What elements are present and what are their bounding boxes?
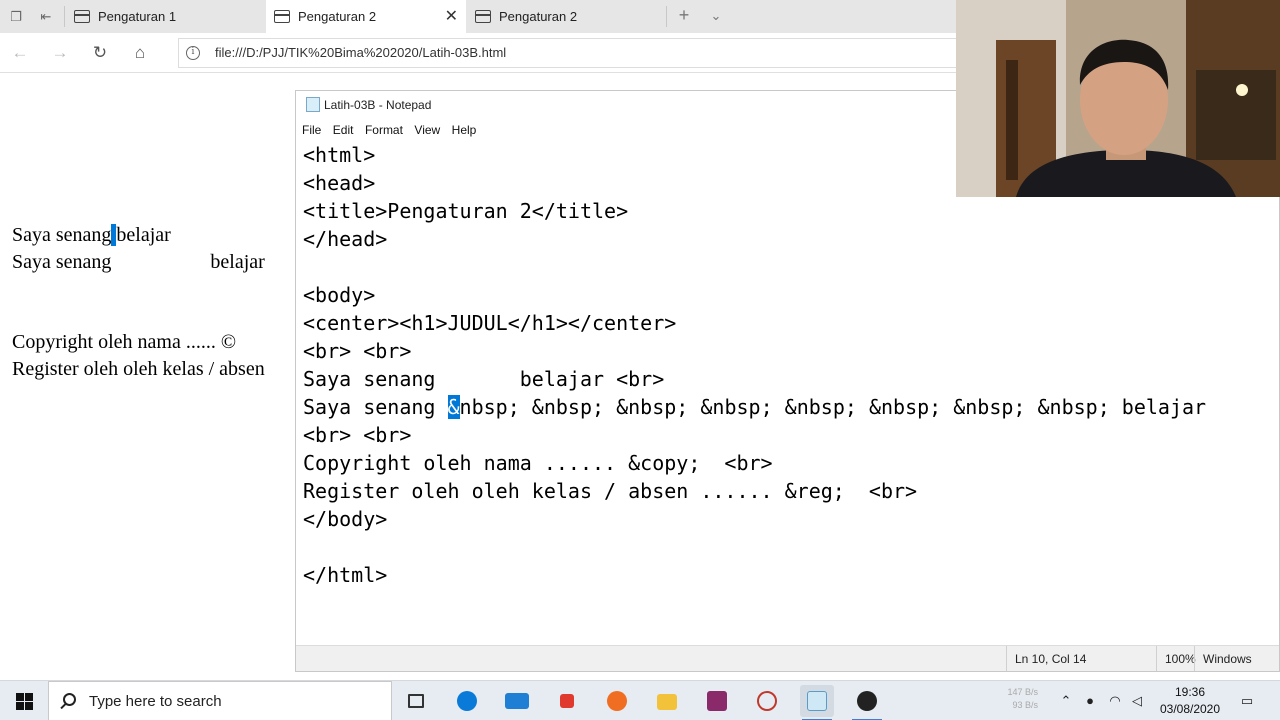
browser-nav-bar: ← → ↻ ⌂ i file:///D:/PJJ/TIK%20Bima%2020…: [0, 33, 960, 73]
presenter-video: [956, 0, 1280, 197]
forward-arrow-icon[interactable]: →: [50, 43, 70, 63]
browser-tab-bar: ❐ ⇤ Pengaturan 1 Pengaturan 2 ✕ Pengatur…: [0, 0, 960, 33]
network-speed: 147 B/s 93 B/s: [996, 686, 1038, 712]
page-line-2: Saya senang belajar: [12, 251, 265, 274]
page-icon: [475, 10, 491, 23]
windows-logo-icon: [25, 702, 33, 710]
tab-separator: [666, 6, 667, 27]
mail-icon[interactable]: [500, 685, 534, 717]
address-bar[interactable]: i file:///D:/PJJ/TIK%20Bima%202020/Latih…: [178, 38, 960, 68]
line-ending: Windows (CRLF): [1194, 646, 1279, 671]
text-saya-senang: Saya senang: [12, 251, 112, 273]
home-icon[interactable]: ⌂: [130, 43, 150, 63]
code-text: nbsp; &nbsp; &nbsp; &nbsp; &nbsp; &nbsp;…: [459, 395, 1207, 419]
code-line: <center><h1>JUDUL</h1></center>: [303, 311, 677, 335]
system-clock[interactable]: 19:36 03/08/2020: [1150, 684, 1230, 718]
code-text: Saya senang: [303, 395, 448, 419]
screen: ❐ ⇤ Pengaturan 1 Pengaturan 2 ✕ Pengatur…: [0, 0, 1280, 720]
back-arrow-icon[interactable]: ←: [10, 43, 30, 63]
chevron-down-icon[interactable]: ⌄: [708, 8, 724, 24]
menu-view[interactable]: View: [414, 119, 440, 141]
code-line: <body>: [303, 283, 376, 307]
taskbar: Type here to search 147 B/s 93 B/s ⌃ ● ◠…: [0, 680, 1280, 720]
tab-label: Pengaturan 2: [298, 9, 377, 24]
task-view-icon[interactable]: [399, 685, 433, 717]
page-line-1: Saya senang belajar: [12, 224, 171, 247]
chevron-up-icon[interactable]: ⌃: [1058, 681, 1074, 720]
net-upload-speed: 147 B/s: [1007, 687, 1038, 697]
code-line: <head>: [303, 171, 376, 195]
wifi-icon[interactable]: ◠: [1106, 681, 1124, 720]
code-line: </body>: [303, 507, 388, 531]
notepad-title: Latih-03B - Notepad: [324, 98, 432, 112]
menu-file[interactable]: File: [302, 119, 321, 141]
plus-icon[interactable]: +: [676, 6, 692, 24]
search-placeholder[interactable]: Type here to search: [89, 682, 222, 720]
clock-date: 03/08/2020: [1159, 702, 1221, 716]
notepad-icon[interactable]: [800, 685, 834, 720]
rendered-page: Saya senang belajar Saya senang belajar C…: [0, 73, 296, 673]
tab-pengaturan-2[interactable]: Pengaturan 2: [467, 0, 666, 33]
tab-pengaturan-2-active[interactable]: Pengaturan 2 ✕: [266, 0, 466, 33]
taskbar-search-box[interactable]: Type here to search: [48, 681, 392, 720]
info-icon[interactable]: i: [186, 46, 200, 60]
winrar-icon[interactable]: [700, 685, 734, 717]
notepad-status-bar: Ln 10, Col 14 100% Windows (CRLF): [296, 645, 1279, 671]
code-line-cursor: Saya senang &nbsp; &nbsp; &nbsp; &nbsp; …: [303, 393, 1206, 421]
code-line: Copyright oleh nama ...... &copy; <br>: [303, 451, 773, 475]
notepad-text-area[interactable]: <html> <head> <title>Pengaturan 2</title…: [303, 141, 1279, 641]
obs-icon[interactable]: [850, 685, 884, 720]
code-line: </head>: [303, 227, 388, 251]
tab-separator: [64, 6, 65, 27]
text-belajar: belajar: [116, 224, 171, 246]
code-line: <title>Pengaturan 2</title>: [303, 199, 629, 223]
windows-logo-icon: [16, 702, 24, 710]
page-line-register: Register oleh oleh kelas / absen: [12, 358, 265, 380]
gift-icon[interactable]: [550, 685, 584, 717]
tab-pengaturan-1[interactable]: Pengaturan 1: [66, 0, 265, 33]
net-download-speed: 93 B/s: [1012, 700, 1038, 710]
notepad-icon: [306, 97, 320, 112]
page-line-copyright: Copyright oleh nama ...... ©: [12, 331, 237, 353]
menu-edit[interactable]: Edit: [333, 119, 354, 141]
tab-label: Pengaturan 2: [499, 9, 578, 24]
webcam-overlay: [956, 0, 1280, 197]
code-line: Register oleh oleh kelas / absen ...... …: [303, 479, 918, 503]
code-line: <br> <br>: [303, 339, 412, 363]
code-line: <html>: [303, 143, 376, 167]
search-icon: [63, 693, 76, 706]
speaker-icon[interactable]: ◁: [1128, 681, 1146, 720]
code-line: </html>: [303, 563, 388, 587]
cursor-position: Ln 10, Col 14: [1006, 646, 1156, 671]
set-tabs-aside-icon[interactable]: ⇤: [38, 9, 54, 25]
edge-icon[interactable]: [450, 685, 484, 717]
text-saya-senang: Saya senang: [12, 224, 112, 246]
menu-help[interactable]: Help: [452, 119, 477, 141]
refresh-icon[interactable]: ↻: [90, 43, 110, 63]
text-belajar: belajar: [210, 251, 265, 273]
code-line: Saya senang belajar <br>: [303, 367, 665, 391]
page-icon: [274, 10, 290, 23]
clock-time: 19:36: [1174, 685, 1206, 699]
snipping-tool-icon[interactable]: [750, 685, 784, 717]
windows-logo-icon: [16, 693, 24, 701]
tab-actions-icon[interactable]: ❐: [8, 9, 24, 25]
url-text[interactable]: file:///D:/PJJ/TIK%20Bima%202020/Latih-0…: [215, 39, 506, 67]
microphone-icon[interactable]: ●: [1082, 681, 1098, 720]
code-line: <br> <br>: [303, 423, 412, 447]
windows-logo-icon: [25, 693, 33, 701]
file-explorer-icon[interactable]: [650, 685, 684, 717]
menu-format[interactable]: Format: [365, 119, 403, 141]
firefox-icon[interactable]: [600, 685, 634, 717]
text-cursor-selection: &: [447, 395, 460, 419]
tab-label: Pengaturan 1: [98, 9, 177, 24]
page-icon: [74, 10, 90, 23]
notification-icon[interactable]: ▭: [1236, 681, 1258, 720]
start-button[interactable]: [0, 681, 48, 720]
close-icon[interactable]: ✕: [445, 0, 458, 33]
